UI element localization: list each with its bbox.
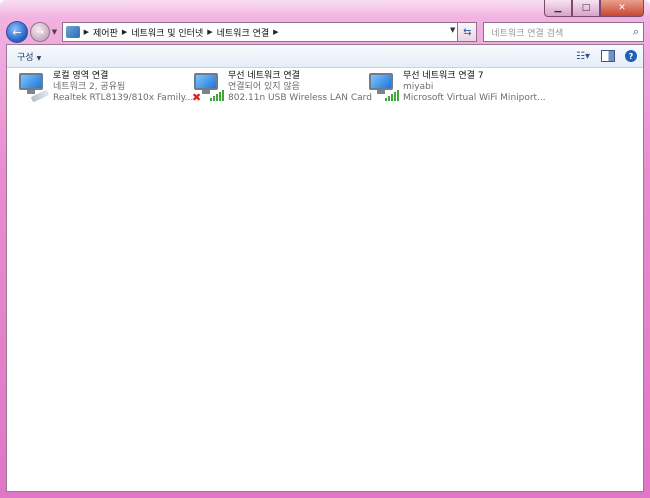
search-icon[interactable]: ⌕ — [633, 25, 639, 39]
close-button[interactable]: ✕ — [600, 0, 644, 17]
chevron-right-icon[interactable]: ▶ — [122, 28, 127, 36]
help-icon[interactable]: ? — [625, 50, 637, 62]
back-button[interactable]: ← — [6, 21, 28, 43]
breadcrumb-network-internet[interactable]: 네트워크 및 인터넷 — [131, 26, 203, 39]
chevron-right-icon[interactable]: ▶ — [84, 28, 89, 36]
refresh-button[interactable]: ⇆ — [458, 22, 478, 42]
forward-button[interactable]: → — [29, 22, 50, 42]
recent-pages-dropdown[interactable]: ▼ — [52, 28, 60, 36]
connection-item-wireless-7[interactable]: 무선 네트워크 연결 7 miyabi Microsoft Virtual Wi… — [367, 71, 546, 107]
connection-name: 로컬 영역 연결 — [53, 71, 109, 81]
preview-pane-icon[interactable] — [601, 50, 615, 62]
address-bar[interactable]: ▶ 제어판 ▶ 네트워크 및 인터넷 ▶ 네트워크 연결 ▶ ▼ — [61, 22, 459, 42]
connection-item-wireless[interactable]: ✖ 무선 네트워크 연결 연결되어 있지 않음 802.11n USB Wire… — [192, 71, 372, 107]
connection-item-local[interactable]: 로컬 영역 연결 네트워크 2, 공유됨 Realtek RTL8139/810… — [17, 71, 193, 107]
maximize-button[interactable]: □ — [572, 0, 600, 17]
connection-status: 네트워크 2, 공유됨 — [53, 82, 126, 92]
change-view-icon[interactable]: ☷▾ — [575, 48, 591, 64]
wireless-disconnected-icon: ✖ — [192, 71, 226, 105]
toolbar-right: ☷▾ ? — [565, 48, 637, 64]
wired-network-icon — [17, 71, 51, 105]
window-frame: ▁ □ ✕ ← → ▼ ▶ 제어판 ▶ 네트워크 및 인터넷 ▶ 네트워크 연결… — [0, 0, 650, 498]
chevron-down-icon: ▼ — [36, 54, 42, 62]
chevron-right-icon[interactable]: ▶ — [207, 28, 212, 36]
connection-device: 802.11n USB Wireless LAN Card — [228, 93, 372, 103]
connection-name: 무선 네트워크 연결 — [228, 71, 300, 81]
content-pane: 구성 ▼ ☷▾ ? 로컬 영역 연결 네트워크 2, 공유됨 Realtek RT… — [6, 44, 644, 492]
search-input[interactable]: 네트워크 연결 검색 ⌕ — [483, 22, 645, 42]
control-panel-icon — [65, 26, 80, 38]
connection-device: Realtek RTL8139/810x Family... — [53, 93, 194, 103]
organize-label: 구성 — [17, 52, 34, 63]
breadcrumb-network-connections[interactable]: 네트워크 연결 — [217, 26, 270, 39]
connection-name: 무선 네트워크 연결 7 — [403, 71, 484, 81]
connection-status: miyabi — [403, 82, 434, 92]
search-placeholder: 네트워크 연결 검색 — [491, 28, 564, 39]
navigation-bar: ← → ▼ ▶ 제어판 ▶ 네트워크 및 인터넷 ▶ 네트워크 연결 ▶ ▼ ⇆… — [6, 20, 645, 44]
command-bar: 구성 ▼ ☷▾ ? — [7, 45, 643, 68]
wireless-network-icon — [367, 71, 401, 105]
minimize-button[interactable]: ▁ — [544, 0, 572, 17]
connection-device: Microsoft Virtual WiFi Miniport... — [403, 93, 546, 103]
caption-buttons: ▁ □ ✕ — [544, 0, 644, 17]
connection-status: 연결되어 있지 않음 — [228, 82, 300, 92]
breadcrumb-control-panel[interactable]: 제어판 — [93, 26, 118, 39]
chevron-right-icon[interactable]: ▶ — [273, 28, 278, 36]
chevron-down-icon[interactable]: ▼ — [450, 26, 455, 34]
error-x-icon: ✖ — [192, 91, 202, 104]
organize-button[interactable]: 구성 ▼ — [17, 50, 41, 63]
